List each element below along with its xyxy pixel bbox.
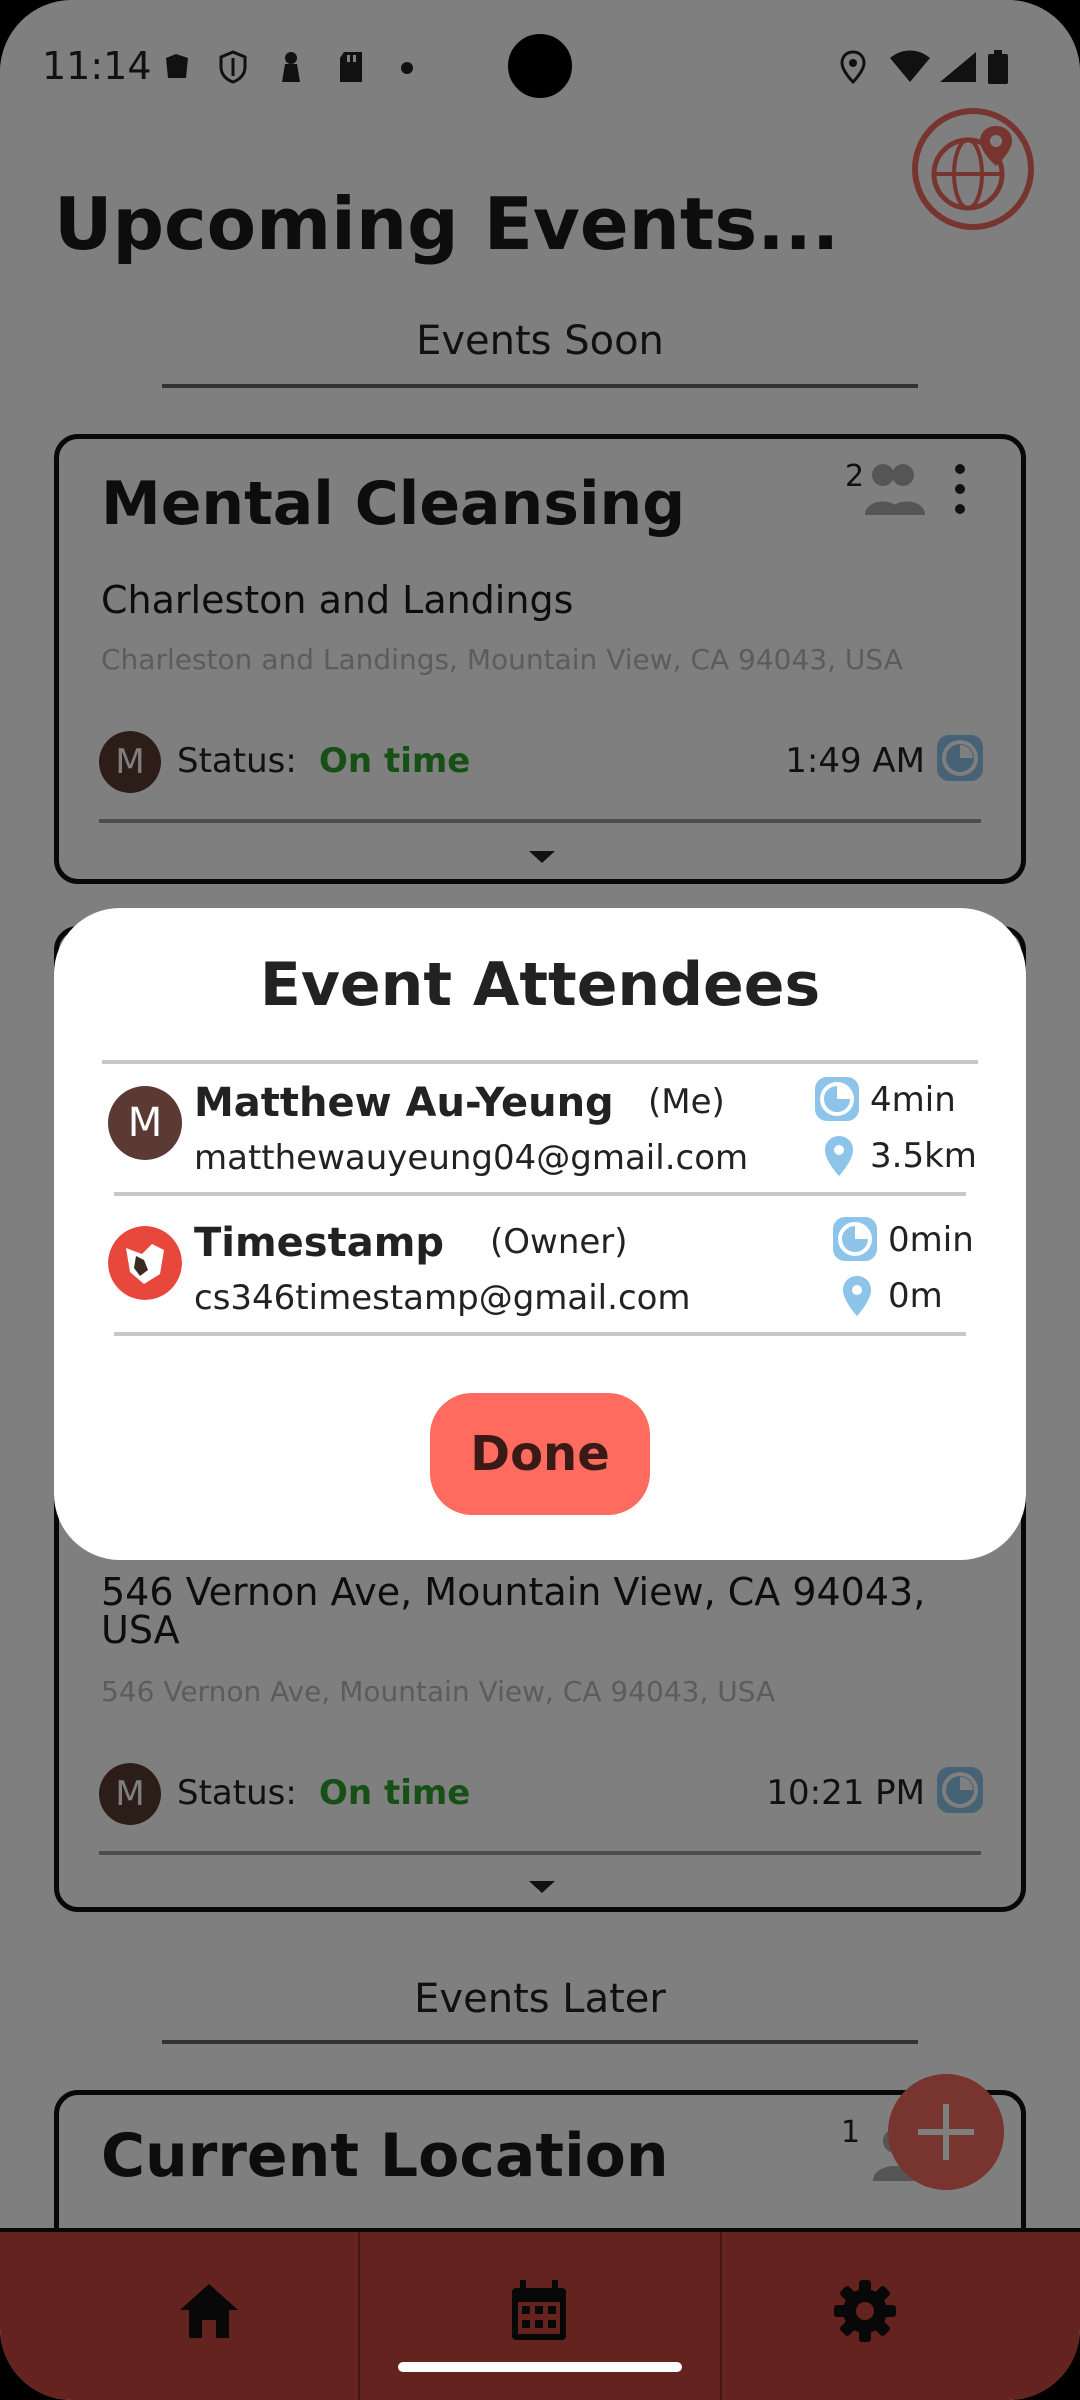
attendee-distance: 3.5km bbox=[870, 1136, 977, 1176]
dialog-title: Event Attendees bbox=[259, 950, 821, 1020]
attendee-name: Timestamp bbox=[194, 1220, 445, 1266]
screen: 11:14 Upcoming Events... Events Soon Men… bbox=[0, 0, 1080, 2400]
attendees-dialog: Event Attendees M Matthew Au-Yeung (Me) … bbox=[54, 908, 1026, 1560]
attendee-email: cs346timestamp@gmail.com bbox=[194, 1278, 691, 1318]
attendee-role: (Owner) bbox=[490, 1222, 628, 1262]
attendee-role: (Me) bbox=[648, 1082, 725, 1122]
attendee-eta: 4min bbox=[870, 1080, 956, 1120]
attendee-row: Timestamp (Owner) cs346timestamp@gmail.c… bbox=[108, 1208, 974, 1348]
dialog-divider bbox=[102, 1060, 978, 1064]
location-pin-icon bbox=[843, 1276, 871, 1316]
attendee-distance: 0m bbox=[888, 1276, 943, 1316]
row-divider bbox=[114, 1192, 966, 1196]
home-indicator[interactable] bbox=[398, 2362, 682, 2372]
attendee-email: matthewauyeung04@gmail.com bbox=[194, 1138, 749, 1178]
avatar bbox=[108, 1226, 182, 1300]
row-divider bbox=[114, 1332, 966, 1336]
clock-icon bbox=[815, 1077, 859, 1121]
clock-icon bbox=[833, 1217, 877, 1261]
location-pin-icon bbox=[825, 1136, 853, 1176]
avatar: M bbox=[108, 1086, 182, 1160]
attendee-row: M Matthew Au-Yeung (Me) matthewauyeung04… bbox=[108, 1068, 977, 1208]
done-button[interactable]: Done bbox=[430, 1393, 650, 1515]
attendee-name: Matthew Au-Yeung bbox=[194, 1080, 614, 1126]
attendee-eta: 0min bbox=[888, 1220, 974, 1260]
